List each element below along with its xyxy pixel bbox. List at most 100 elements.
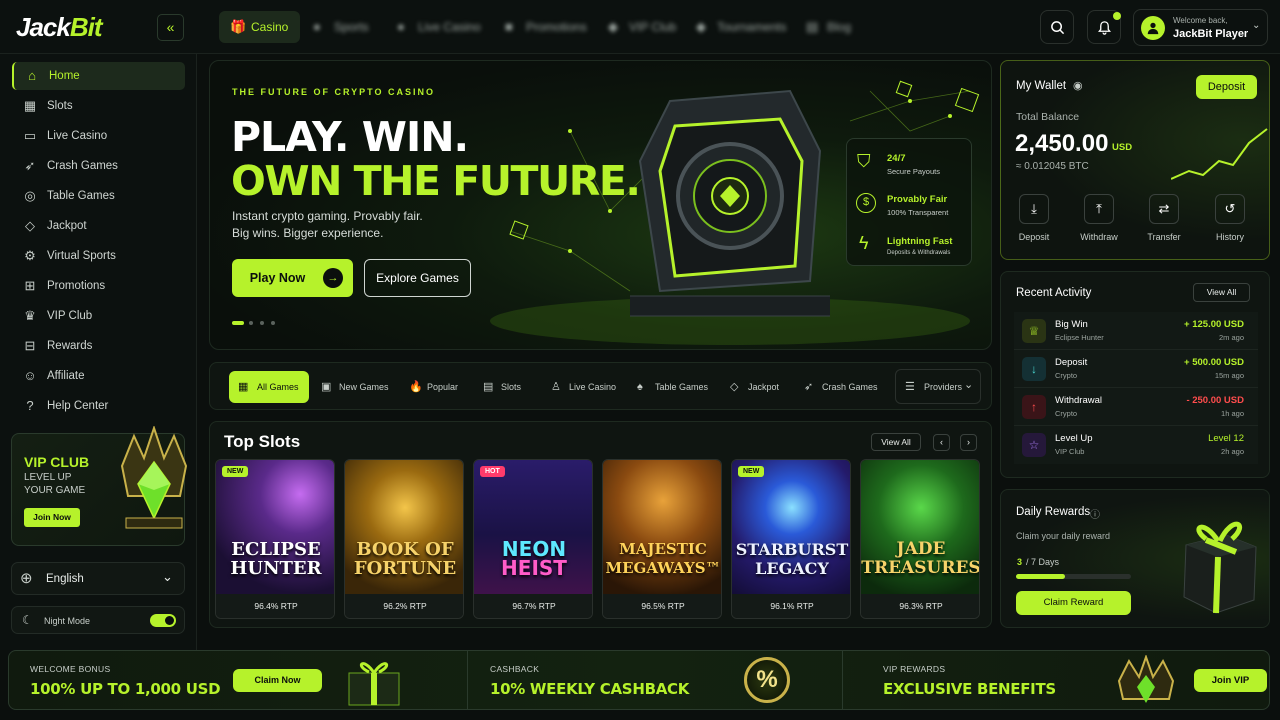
language-value: English [46, 573, 84, 585]
sidebar-item-home[interactable]: ⌂ Home [12, 62, 185, 90]
promo-caption: CASHBACK [490, 664, 540, 674]
diamond-icon: ◆ [696, 19, 706, 34]
eye-icon[interactable]: ◉ [1073, 79, 1083, 92]
sidebar-item-label: Live Casino [47, 130, 108, 142]
sidebar-item-vip-club[interactable]: ♛ VIP Club [12, 302, 185, 330]
user-menu[interactable]: Welcome back, JackBit Player ⌄ [1133, 9, 1268, 46]
sidebar-item-table-games[interactable]: ◎ Table Games [12, 182, 185, 210]
join-now-button[interactable]: Join Now [24, 508, 80, 527]
claim-reward-button[interactable]: Claim Reward [1016, 591, 1131, 615]
gift-box-icon [1183, 521, 1257, 614]
slot-card-neon-heist[interactable]: HOT NEON HEIST 96.7% RTP [473, 459, 593, 619]
vault-illustration [619, 81, 851, 317]
tab-label: Casino [251, 20, 289, 34]
tab-blog[interactable]: ▤ Blog [795, 11, 863, 43]
filter-popular[interactable]: 🔥 Popular [409, 371, 458, 403]
carousel-dot[interactable] [249, 321, 253, 325]
slot-card-majestic-megaways[interactable]: MAJESTIC MEGAWAYS™ 96.5% RTP [602, 459, 722, 619]
activity-row[interactable]: ☆ Level Up VIP Club Level 12 2h ago [1014, 426, 1258, 464]
info-icon[interactable]: ⓘ [1090, 506, 1100, 521]
feature-title: Lightning Fast [887, 236, 953, 247]
activity-view-all-button[interactable]: View All [1193, 283, 1250, 302]
filter-table-games[interactable]: ♠ Table Games [637, 371, 708, 403]
balance-value: 2,450.00 [1015, 130, 1109, 157]
sidebar-item-jackpot[interactable]: ◇ Jackpot [12, 212, 185, 240]
tab-vip-club[interactable]: ◆ VIP Club [597, 11, 688, 43]
view-all-button[interactable]: View All [871, 433, 921, 451]
wallet-action-withdraw[interactable]: ⤒ Withdraw [1074, 194, 1124, 242]
carousel-dot[interactable] [271, 321, 275, 325]
activity-row-title: Deposit [1055, 357, 1088, 368]
feature-sub: 100% Transparent [887, 208, 949, 217]
play-now-button[interactable]: Play Now → [232, 259, 353, 297]
percent-coin-icon: % [744, 657, 790, 703]
activity-row-sub: Eclipse Hunter [1055, 333, 1104, 342]
feature-sub: Deposits & Withdrawals [887, 250, 951, 256]
activity-row-amount: - 250.00 USD [1186, 395, 1244, 406]
filter-label: Table Games [655, 382, 709, 392]
sliders-icon: ☰ [905, 381, 915, 393]
activity-row[interactable]: ♕ Big Win Eclipse Hunter + 125.00 USD 2m… [1014, 312, 1258, 350]
activity-row-time: 1h ago [1221, 409, 1244, 418]
section-title: Top Slots [224, 432, 301, 451]
providers-dropdown[interactable]: ☰ Providers ⌄ [895, 369, 981, 404]
daily-progress-track [1016, 574, 1131, 579]
filter-jackpot[interactable]: ◇ Jackpot [730, 371, 779, 403]
filter-label: Jackpot [748, 382, 780, 392]
hero-subtext-1: Instant crypto gaming. Provably fair. [232, 209, 423, 223]
slot-rtp: 96.2% RTP [345, 594, 463, 618]
language-select[interactable]: ⊕ English ⌄ [11, 562, 185, 595]
next-button[interactable]: › [960, 434, 977, 451]
sidebar-item-affiliate[interactable]: ☺ Affiliate [12, 362, 185, 390]
sidebar-item-help-center[interactable]: ? Help Center [12, 392, 185, 420]
arrow-up-icon: ↑ [1022, 395, 1046, 419]
carousel-dot[interactable] [260, 321, 264, 325]
explore-games-button[interactable]: Explore Games [364, 259, 471, 297]
night-mode-toggle[interactable] [150, 614, 176, 627]
filter-all-games[interactable]: ▦ All Games [229, 371, 309, 403]
jackpot-icon: ◇ [25, 218, 35, 233]
filter-live-casino[interactable]: ♙ Live Casino [551, 371, 616, 403]
filter-crash-games[interactable]: ➶ Crash Games [804, 371, 878, 403]
tab-live-casino[interactable]: ● Live Casino [386, 11, 493, 43]
tab-tournaments[interactable]: ◆ Tournaments [685, 11, 798, 43]
sidebar-item-promotions[interactable]: ⊞ Promotions [12, 272, 185, 300]
wallet-deposit-button[interactable]: Deposit [1196, 75, 1257, 99]
jackbit-logo[interactable]: JackBit [16, 12, 103, 43]
tab-casino[interactable]: 🎁 Casino [219, 11, 301, 43]
collapse-sidebar-button[interactable]: « [157, 14, 184, 41]
wallet-action-history[interactable]: ↺ History [1205, 194, 1255, 242]
carousel-dot-active[interactable] [232, 321, 244, 325]
hero-subtext-2: Big wins. Bigger experience. [232, 226, 384, 240]
activity-row[interactable]: ↓ Deposit Crypto + 500.00 USD 15m ago [1014, 350, 1258, 388]
gift-icon: 🎁 [230, 19, 247, 34]
tab-label: Tournaments [717, 20, 787, 34]
search-button[interactable] [1040, 10, 1074, 44]
sidebar-item-virtual-sports[interactable]: ⚙ Virtual Sports [12, 242, 185, 270]
arrow-right-icon: → [323, 268, 343, 288]
slot-rtp: 96.7% RTP [474, 594, 592, 618]
vip-card-line2: YOUR GAME [24, 485, 86, 496]
sidebar-item-live-casino[interactable]: ▭ Live Casino [12, 122, 185, 150]
tab-label: Live Casino [418, 20, 481, 34]
activity-row[interactable]: ↑ Withdrawal Crypto - 250.00 USD 1h ago [1014, 388, 1258, 426]
slot-card-eclipse-hunter[interactable]: NEW ECLIPSE HUNTER 96.4% RTP [215, 459, 335, 619]
wallet-action-deposit[interactable]: ⤓ Deposit [1009, 194, 1059, 242]
hero-headline-1: PLAY. WIN. [231, 113, 469, 161]
gift-box-icon [348, 662, 400, 706]
sidebar-item-rewards[interactable]: ⊟ Rewards [12, 332, 185, 360]
slot-card-jade-treasures[interactable]: JADE TREASURES 96.3% RTP [860, 459, 980, 619]
sidebar-item-slots[interactable]: ▦ Slots [12, 92, 185, 120]
sidebar-item-crash-games[interactable]: ➶ Crash Games [12, 152, 185, 180]
prev-button[interactable]: ‹ [933, 434, 950, 451]
tab-promotions[interactable]: ■ Promotions [494, 11, 599, 43]
join-vip-button[interactable]: Join VIP [1194, 669, 1267, 692]
wallet-action-transfer[interactable]: ⇄ Transfer [1139, 194, 1189, 242]
daily-rewards-card: Daily Rewards ⓘ Claim your daily reward … [1000, 489, 1270, 628]
filter-slots[interactable]: ▤ Slots [483, 371, 521, 403]
filter-new-games[interactable]: ▣ New Games [321, 371, 389, 403]
claim-now-button[interactable]: Claim Now [233, 669, 322, 692]
slot-card-book-of-fortune[interactable]: BOOK OF FORTUNE 96.2% RTP [344, 459, 464, 619]
slot-card-starburst-legacy[interactable]: NEW STARBURST LEGACY 96.1% RTP [731, 459, 851, 619]
tab-sports[interactable]: ● Sports [302, 11, 381, 43]
